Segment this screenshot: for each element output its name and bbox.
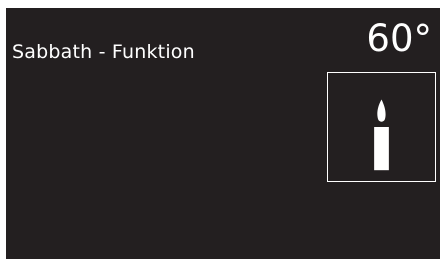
function-label: Sabbath - Funktion bbox=[12, 41, 195, 63]
oven-display-screen: Sabbath - Funktion 60° bbox=[6, 8, 440, 259]
sabbath-mode-button[interactable] bbox=[327, 72, 436, 182]
temperature-readout: 60° bbox=[366, 17, 432, 60]
candle-icon bbox=[374, 99, 389, 171]
